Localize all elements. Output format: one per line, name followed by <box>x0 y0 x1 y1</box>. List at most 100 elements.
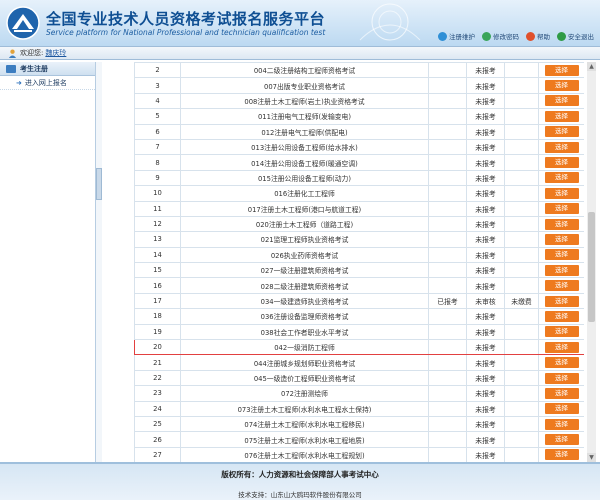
select-button[interactable]: 选择 <box>544 95 579 107</box>
select-button[interactable]: 选择 <box>544 403 579 415</box>
select-button[interactable]: 选择 <box>544 172 579 184</box>
select-button[interactable]: 选择 <box>544 280 579 292</box>
help-label: 帮助 <box>537 33 550 41</box>
register-maintain-link[interactable]: 注册维护 <box>438 31 475 41</box>
action-cell: 选择 <box>538 339 584 356</box>
payment-status <box>504 446 539 462</box>
scroll-up-icon[interactable]: ▲ <box>587 62 596 71</box>
action-cell: 选择 <box>538 62 584 79</box>
copyright-text: 版权所有：人力资源和社会保障部人事考试中心 <box>221 470 379 479</box>
row-number: 5 <box>134 108 181 125</box>
action-cell: 选择 <box>538 308 584 325</box>
apply-status <box>428 62 467 79</box>
select-button[interactable]: 选择 <box>544 249 579 261</box>
select-button[interactable]: 选择 <box>544 203 579 215</box>
row-number: 4 <box>134 92 181 110</box>
user-bar: 欢迎您: 魏庆玲 <box>0 46 600 60</box>
select-button[interactable]: 选择 <box>544 434 579 446</box>
change-password-link[interactable]: 修改密码 <box>482 31 519 41</box>
action-cell: 选择 <box>538 385 584 402</box>
action-cell: 选择 <box>538 446 584 462</box>
header-decoration <box>359 3 421 41</box>
select-button[interactable]: 选择 <box>544 141 579 153</box>
sidebar-section-registration[interactable]: 考生注册 <box>0 62 95 76</box>
select-button[interactable]: 选择 <box>544 157 579 169</box>
row-number: 15 <box>134 262 181 279</box>
apply-status <box>428 123 467 140</box>
apply-status <box>428 138 467 156</box>
select-button[interactable]: 选择 <box>544 80 579 92</box>
payment-status <box>504 262 539 279</box>
payment-status <box>504 77 539 94</box>
exam-name: 004二级注册结构工程师资格考试 <box>180 62 429 79</box>
payment-status <box>504 200 539 217</box>
review-status: 未报考 <box>466 308 505 325</box>
exam-name: 020注册土木工程师（道路工程) <box>180 215 429 233</box>
scroll-down-icon[interactable]: ▼ <box>587 453 596 462</box>
select-button[interactable]: 选择 <box>544 387 579 399</box>
site-header: 全国专业技术人员资格考试报名服务平台 Service platform for … <box>0 0 600 46</box>
apply-status <box>428 77 467 94</box>
select-button[interactable]: 选择 <box>544 357 579 369</box>
exam-name: 026执业药师资格考试 <box>180 246 429 264</box>
table-row: 12 020注册土木工程师（道路工程) 未报考 选择 <box>134 215 584 233</box>
select-button[interactable]: 选择 <box>544 64 579 76</box>
table-row: 25 074注册土木工程师(水利水电工程移民) 未报考 选择 <box>134 415 584 433</box>
row-number: 3 <box>134 77 181 94</box>
review-status: 未报考 <box>466 262 505 279</box>
select-button[interactable]: 选择 <box>544 218 579 230</box>
select-button[interactable]: 选择 <box>544 126 579 138</box>
table-row: 3 007出版专业职业资格考试 未报考 选择 <box>134 77 584 94</box>
apply-status <box>428 354 467 371</box>
select-button[interactable]: 选择 <box>544 418 579 430</box>
select-button[interactable]: 选择 <box>544 341 579 353</box>
key-icon <box>482 31 491 41</box>
exam-name: 008注册土木工程师(岩土)执业资格考试 <box>180 92 429 110</box>
select-button[interactable]: 选择 <box>544 449 579 461</box>
table-row: 14 026执业药师资格考试 未报考 选择 <box>134 246 584 264</box>
apply-status <box>428 92 467 110</box>
payment-status <box>504 185 539 202</box>
review-status: 未报考 <box>466 138 505 156</box>
table-row: 15 027一级注册建筑师资格考试 未报考 选择 <box>134 262 584 279</box>
site-subtitle: Service platform for National Profession… <box>46 28 326 37</box>
select-button[interactable]: 选择 <box>544 326 579 338</box>
select-button[interactable]: 选择 <box>544 187 579 199</box>
payment-status <box>504 138 539 156</box>
help-link[interactable]: 帮助 <box>526 31 550 41</box>
review-status: 未报考 <box>466 108 505 125</box>
scroll-thumb[interactable] <box>588 212 595 322</box>
review-status: 未报考 <box>466 246 505 264</box>
row-number: 24 <box>134 400 181 417</box>
select-button[interactable]: 选择 <box>544 264 579 276</box>
select-button[interactable]: 选择 <box>544 295 579 307</box>
splitter-toggle[interactable] <box>96 168 102 200</box>
table-row: 21 044注册城乡规划师职业资格考试 未报考 选择 <box>134 354 584 371</box>
apply-status <box>428 446 467 462</box>
sidebar-item-online-registration[interactable]: ➜ 进入网上报名 <box>0 76 95 90</box>
exam-name: 015注册公用设备工程师(动力) <box>180 169 429 187</box>
top-links: 注册维护 修改密码 帮助 安全退出 <box>431 31 594 41</box>
exam-name: 036注册设备监理师资格考试 <box>180 308 429 325</box>
scrollbar[interactable]: ▲ ▼ <box>587 62 596 462</box>
change-password-label: 修改密码 <box>493 33 519 41</box>
table-row: 27 076注册土木工程师(水利水电工程规划) 未报考 选择 <box>134 446 584 462</box>
user-edit-icon <box>438 31 447 41</box>
exam-name: 021监理工程师执业资格考试 <box>180 231 429 248</box>
username-link[interactable]: 魏庆玲 <box>45 48 66 58</box>
review-status: 未报考 <box>466 123 505 140</box>
payment-status <box>504 415 539 433</box>
select-button[interactable]: 选择 <box>544 310 579 322</box>
apply-status <box>428 246 467 264</box>
exam-table: 2 004二级注册结构工程师资格考试 未报考 选择 3 007出版专业职业资格考试 未报考选… <box>134 62 584 462</box>
logout-link[interactable]: 安全退出 <box>557 31 594 41</box>
select-button[interactable]: 选择 <box>544 372 579 384</box>
select-button[interactable]: 选择 <box>544 233 579 245</box>
select-button[interactable]: 选择 <box>544 110 579 122</box>
action-cell: 选择 <box>538 77 584 94</box>
table-row: 6 012注册电气工程师(供配电) 未报考 选择 <box>134 123 584 140</box>
payment-status <box>504 123 539 140</box>
row-number: 6 <box>134 123 181 140</box>
sidebar-splitter <box>96 62 102 462</box>
action-cell: 选择 <box>538 200 584 217</box>
